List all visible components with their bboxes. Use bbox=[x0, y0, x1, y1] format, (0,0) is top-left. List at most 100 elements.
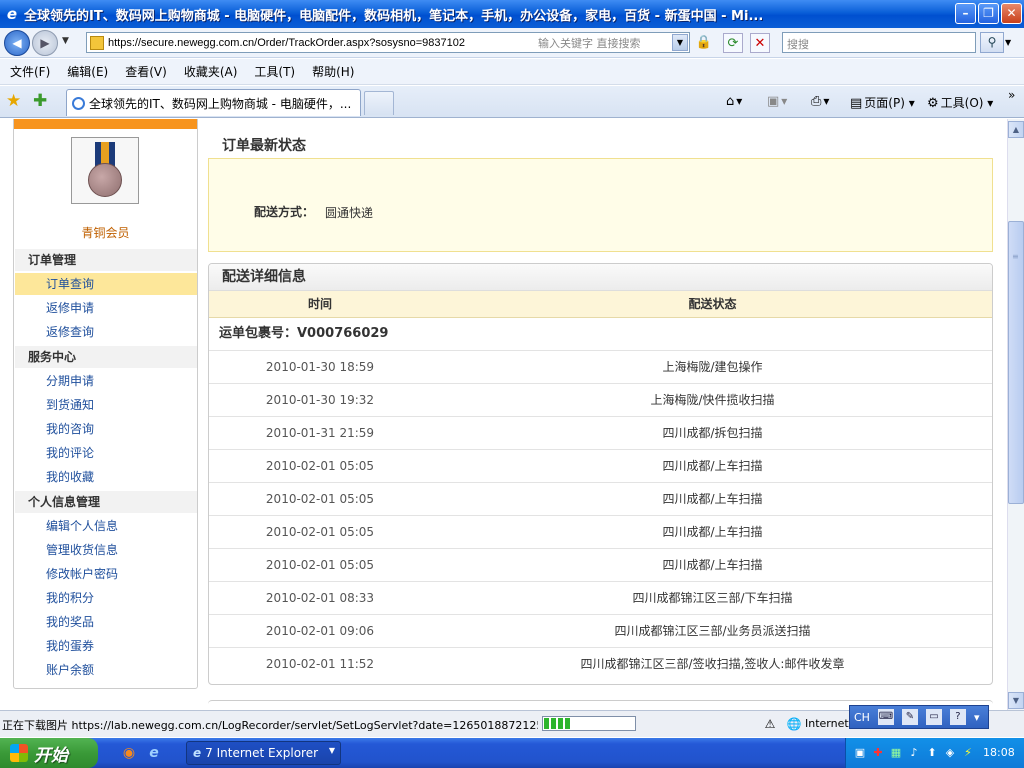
table-row: 2010-02-01 08:33 四川成都锦江区三部/下车扫描 bbox=[209, 582, 992, 615]
search-input[interactable]: 搜搜 bbox=[782, 32, 976, 53]
tab-newegg[interactable]: 全球领先的IT、数码网上购物商城 - 电脑硬件，... bbox=[66, 89, 361, 116]
back-button[interactable]: ◀ bbox=[4, 30, 30, 56]
sidebar-item-my-inquiries[interactable]: 我的咨询 bbox=[15, 418, 197, 440]
help-icon[interactable]: ? bbox=[949, 709, 966, 725]
row-status: 四川成都/上车扫描 bbox=[662, 492, 763, 506]
bronze-medal-icon bbox=[88, 163, 122, 197]
sidebar-item-arrival-notice[interactable]: 到货通知 bbox=[15, 394, 197, 416]
search-icon[interactable]: ⚲ bbox=[980, 32, 1004, 53]
internet-zone-icon: 🌐 bbox=[786, 717, 802, 731]
home-icon[interactable]: ⌂ ▾ bbox=[726, 94, 742, 109]
print-icon[interactable]: ⎙ ▾ bbox=[811, 94, 829, 109]
start-button[interactable]: 开始 bbox=[0, 738, 98, 768]
search-hint: 输入关键字 直接搜索 bbox=[538, 36, 641, 50]
scroll-up-icon[interactable]: ▲ bbox=[1008, 121, 1024, 138]
menu-tools[interactable]: 工具(T) bbox=[254, 63, 295, 80]
input-pad-icon[interactable]: ▭ bbox=[925, 709, 942, 725]
blocked-content-icon[interactable]: ⚠ bbox=[762, 716, 778, 732]
delivery-detail-title: 配送详细信息 bbox=[209, 264, 992, 291]
monitor-icon[interactable]: ▦ bbox=[888, 745, 904, 761]
scroll-grip-icon: ≡ bbox=[1012, 252, 1019, 261]
address-dropdown-icon[interactable]: ▼ bbox=[672, 34, 688, 51]
stop-icon[interactable]: ✕ bbox=[750, 33, 770, 53]
forward-button[interactable]: ▶ bbox=[32, 30, 58, 56]
scroll-thumb[interactable] bbox=[1008, 221, 1024, 504]
search-options-icon[interactable]: ▼ bbox=[1005, 38, 1011, 47]
taskbar-ie-group[interactable]: e 7 Internet Explorer ▼ bbox=[186, 741, 341, 765]
firefox-quicklaunch-icon[interactable]: ◉ bbox=[120, 744, 138, 762]
close-button[interactable]: ✕ bbox=[1001, 3, 1022, 24]
maximize-button[interactable]: ❐ bbox=[978, 3, 999, 24]
sidebar-item-my-prizes[interactable]: 我的奖品 bbox=[15, 611, 197, 633]
sidebar-item-addresses[interactable]: 管理收货信息 bbox=[15, 539, 197, 561]
sidebar-item-repair-request[interactable]: 返修申请 bbox=[15, 297, 197, 319]
favorites-star-icon[interactable]: ★ bbox=[6, 91, 21, 111]
taskbar: 开始 ◉ e e 7 Internet Explorer ▼ ▣ ✚ ▦ ♪ ⬆… bbox=[0, 738, 1024, 768]
langbar-options-icon[interactable]: ▾ bbox=[974, 711, 980, 724]
row-time: 2010-02-01 09:06 bbox=[265, 624, 375, 638]
tools-menu-label: 工具(O) bbox=[940, 96, 984, 110]
title-bar[interactable]: e 全球领先的IT、数码网上购物商城 - 电脑硬件，电脑配件，数码相机，笔记本，… bbox=[0, 0, 1024, 28]
row-time: 2010-02-01 05:05 bbox=[265, 525, 375, 539]
power-icon[interactable]: ⚡ bbox=[960, 745, 976, 761]
address-field[interactable]: https://secure.newegg.com.cn/Order/Track… bbox=[86, 32, 690, 53]
row-time: 2010-01-30 18:59 bbox=[265, 360, 375, 374]
url-text[interactable]: https://secure.newegg.com.cn/Order/Track… bbox=[108, 37, 528, 49]
sidebar-item-account-balance[interactable]: 账户余额 bbox=[15, 659, 197, 681]
sidebar-item-edit-profile[interactable]: 编辑个人信息 bbox=[15, 515, 197, 537]
sidebar-item-my-points[interactable]: 我的积分 bbox=[15, 587, 197, 609]
section-order-management: 订单管理 bbox=[15, 249, 197, 271]
task-dropdown-icon: ▼ bbox=[328, 746, 335, 755]
new-tab-button[interactable] bbox=[364, 91, 394, 115]
pen-icon[interactable]: ✎ bbox=[901, 709, 918, 725]
antivirus-icon[interactable]: ✚ bbox=[870, 745, 886, 761]
update-icon[interactable]: ⬆ bbox=[924, 745, 940, 761]
feeds-icon[interactable]: ▣ ▾ bbox=[767, 94, 787, 109]
member-level[interactable]: 青铜会员 bbox=[14, 224, 197, 241]
tab-bar: ★ ✚ 全球领先的IT、数码网上购物商城 - 电脑硬件，... ⌂ ▾ ▣ ▾ ⎙ ▾… bbox=[0, 86, 1024, 118]
table-row: 2010-01-30 18:59 上海梅陇/建包操作 bbox=[209, 351, 992, 384]
keyboard-icon[interactable]: ⌨ bbox=[877, 709, 894, 725]
language-bar[interactable]: CH ⌨ ✎ ▭ ? ▾ bbox=[849, 705, 989, 729]
system-clock[interactable]: 18:08 bbox=[983, 746, 1015, 759]
network-icon[interactable]: ▣ bbox=[852, 745, 868, 761]
ie-quicklaunch-icon[interactable]: e bbox=[145, 744, 163, 762]
menu-favorites[interactable]: 收藏夹(A) bbox=[184, 63, 238, 80]
vertical-scrollbar[interactable]: ▲ ≡ ▼ bbox=[1007, 119, 1024, 710]
row-status: 上海梅陇/建包操作 bbox=[662, 360, 763, 374]
table-row: 2010-02-01 05:05 四川成都/上车扫描 bbox=[209, 549, 992, 582]
sidebar-item-my-favorites[interactable]: 我的收藏 bbox=[15, 466, 197, 488]
chevron-right-icon[interactable]: » bbox=[1008, 88, 1015, 102]
menu-file[interactable]: 文件(F) bbox=[10, 63, 50, 80]
menu-view[interactable]: 查看(V) bbox=[125, 63, 167, 80]
volume-icon[interactable]: ♪ bbox=[906, 745, 922, 761]
menu-edit[interactable]: 编辑(E) bbox=[67, 63, 108, 80]
lock-icon[interactable]: 🔒 bbox=[694, 33, 714, 53]
sidebar-item-order-query[interactable]: 订单查询 bbox=[15, 273, 197, 295]
tools-menu-button[interactable]: ⚙ 工具(O) ▾ bbox=[927, 94, 993, 111]
add-favorites-icon[interactable]: ✚ bbox=[33, 91, 47, 111]
ie-task-icon: e bbox=[193, 746, 202, 760]
page-content: 青铜会员 订单管理 订单查询 返修申请 返修查询 服务中心 分期申请 到货通知 … bbox=[0, 119, 1007, 710]
table-row: 2010-02-01 09:06 四川成都锦江区三部/业务员派送扫描 bbox=[209, 615, 992, 648]
menu-bar: 文件(F) 编辑(E) 查看(V) 收藏夹(A) 工具(T) 帮助(H) bbox=[0, 59, 1024, 85]
row-status: 四川成都锦江区三部/业务员派送扫描 bbox=[614, 624, 811, 638]
menu-help[interactable]: 帮助(H) bbox=[312, 63, 354, 80]
sidebar-item-change-password[interactable]: 修改帐户密码 bbox=[15, 563, 197, 585]
scroll-down-icon[interactable]: ▼ bbox=[1008, 692, 1024, 709]
security-icon[interactable]: ◈ bbox=[942, 745, 958, 761]
row-time: 2010-02-01 05:05 bbox=[265, 558, 375, 572]
recent-pages-dropdown-icon[interactable]: ▼ bbox=[62, 36, 69, 46]
refresh-icon[interactable]: ⟳ bbox=[723, 33, 743, 53]
sidebar-item-my-reviews[interactable]: 我的评论 bbox=[15, 442, 197, 464]
sidebar-item-repair-query[interactable]: 返修查询 bbox=[15, 321, 197, 343]
page-menu-button[interactable]: ▤ 页面(P) ▾ bbox=[850, 94, 915, 111]
sidebar-item-installment[interactable]: 分期申请 bbox=[15, 370, 197, 392]
shipping-method-value: 圆通快递 bbox=[325, 206, 374, 220]
minimize-button[interactable]: – bbox=[955, 3, 976, 24]
language-code[interactable]: CH bbox=[854, 711, 870, 724]
account-sidebar: 青铜会员 订单管理 订单查询 返修申请 返修查询 服务中心 分期申请 到货通知 … bbox=[13, 119, 198, 689]
shipping-method-label: 配送方式： bbox=[254, 205, 315, 219]
row-time: 2010-01-31 21:59 bbox=[265, 426, 375, 440]
sidebar-item-my-coupons[interactable]: 我的蛋券 bbox=[15, 635, 197, 657]
